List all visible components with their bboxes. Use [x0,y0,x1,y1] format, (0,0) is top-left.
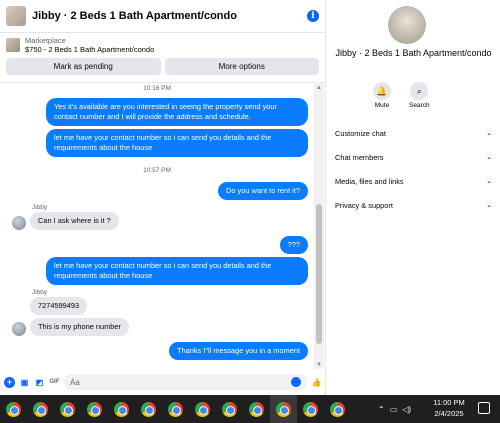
marketplace-banner: Marketplace $750 - 2 Beds 1 Bath Apartme… [0,33,325,83]
composer: + ▣ ◩ GIF Aa 👍 [0,372,326,392]
message-outgoing[interactable]: Do you want to rent it? [218,182,308,200]
message-incoming[interactable]: Can I ask where is it ? [30,212,119,230]
chrome-icon [6,401,21,417]
taskbar-chrome-app[interactable] [0,395,27,423]
chrome-icon [195,401,210,417]
menu-item-privacy-support[interactable]: Privacy & support ⌄ [327,193,500,217]
taskbar-chrome-app[interactable] [135,395,162,423]
taskbar-chrome-app[interactable] [108,395,135,423]
clock-date: 2/4/2025 [434,409,464,418]
search-button[interactable]: ⌕ Search [409,82,430,109]
listing-summary[interactable]: $750 - 2 Beds 1 Bath Apartment/condo [25,45,154,54]
more-options-button[interactable]: More options [164,58,319,75]
taskbar-chrome-app[interactable] [81,395,108,423]
details-menu: Customize chat ⌄ Chat members ⌄ Media, fil… [327,121,500,217]
message-outgoing[interactable]: let me have your contact number so i can… [46,257,308,285]
gif-icon[interactable]: GIF [49,377,60,388]
menu-item-media-files-links[interactable]: Media, files and links ⌄ [327,169,500,193]
taskbar-chrome-app[interactable] [243,395,270,423]
sticker-icon[interactable]: ◩ [34,377,45,388]
message-outgoing[interactable]: Yes it's available are you interested in… [46,98,308,126]
clock-time: 11:00 PM [433,398,465,407]
plus-icon[interactable]: + [4,376,15,388]
chrome-icon [60,401,75,417]
avatar[interactable] [12,216,26,230]
chrome-icon [276,401,291,417]
chat-header: Jibby · 2 Beds 1 Bath Apartment/condo i [0,0,325,33]
message-input[interactable]: Aa [64,374,307,390]
scroll-up-arrow-icon[interactable]: ▲ [316,85,322,91]
chrome-icon [168,401,183,417]
conversation-title: Jibby · 2 Beds 1 Bath Apartment/condo [335,48,492,58]
emoji-icon[interactable] [291,377,301,387]
chrome-icon [330,401,345,417]
mute-button[interactable]: 🔔 Mute [373,82,391,109]
taskbar-chrome-app[interactable] [216,395,243,423]
taskbar-clock[interactable]: 11:00 PM 2/4/2025 [428,397,470,419]
chrome-icon [87,401,102,417]
message-outgoing[interactable]: let me have your contact number so i can… [46,129,308,157]
timestamp: 10:16 PM [143,85,171,92]
chrome-icon [141,401,156,417]
chevron-down-icon: ⌄ [486,178,492,185]
mute-label: Mute [374,102,390,109]
chat-title[interactable]: Jibby · 2 Beds 1 Bath Apartment/condo [32,10,307,22]
taskbar-chrome-app[interactable] [54,395,81,423]
sender-name: Jibby [32,204,48,211]
taskbar-chrome-app[interactable] [189,395,216,423]
message-incoming[interactable]: 7274599493 [30,297,88,315]
system-tray: ⌃ ▭ ◁) [378,395,411,423]
thumbs-up-icon[interactable]: 👍 [311,377,322,388]
network-icon[interactable]: ▭ [390,405,398,414]
avatar[interactable] [12,322,26,336]
listing-thumbnail[interactable] [6,6,26,26]
scroll-down-arrow-icon[interactable]: ▼ [316,362,322,368]
listing-small-thumbnail[interactable] [6,38,20,52]
scroll-thumb[interactable] [316,204,322,344]
chevron-down-icon: ⌄ [486,202,492,209]
bell-icon[interactable]: 🔔 [373,82,391,100]
chevron-up-icon[interactable]: ⌃ [378,405,385,414]
chrome-icon [303,401,318,417]
taskbar-chrome-app[interactable] [324,395,351,423]
message-incoming[interactable]: This is my phone number [30,318,129,336]
info-icon[interactable]: i [307,10,319,22]
message-outgoing[interactable]: Thanks I"ll message you in a moment [169,342,308,360]
conversation-details-panel: Jibby · 2 Beds 1 Bath Apartment/condo 🔔 … [327,0,500,395]
chrome-icon [249,401,264,417]
taskbar-chrome-app[interactable] [162,395,189,423]
message-list: 10:16 PM Yes it's available are you inte… [0,84,314,369]
search-icon[interactable]: ⌕ [410,82,429,100]
taskbar [0,395,500,423]
message-input-placeholder: Aa [70,377,80,387]
notification-icon[interactable] [478,402,490,414]
sender-name: Jibby [32,289,48,296]
message-outgoing[interactable]: ??? [279,236,308,254]
taskbar-chrome-app-active[interactable] [270,395,297,423]
scrollbar[interactable]: ▲ ▼ [314,84,324,369]
chrome-icon [222,401,237,417]
chevron-down-icon: ⌄ [486,130,492,137]
menu-item-chat-members[interactable]: Chat members ⌄ [327,145,500,169]
taskbar-chrome-app[interactable] [27,395,54,423]
taskbar-chrome-app[interactable] [297,395,324,423]
marketplace-label: Marketplace [25,36,66,45]
chevron-down-icon: ⌄ [486,154,492,161]
chat-pane: Jibby · 2 Beds 1 Bath Apartment/condo i … [0,0,326,395]
volume-icon[interactable]: ◁) [402,405,411,414]
search-label: Search [409,102,430,109]
chrome-icon [114,401,129,417]
menu-item-customize-chat[interactable]: Customize chat ⌄ [327,121,500,145]
messenger-window: Jibby · 2 Beds 1 Bath Apartment/condo i … [0,0,500,423]
chrome-icon [33,401,48,417]
mark-as-pending-button[interactable]: Mark as pending [6,58,161,75]
photo-icon[interactable]: ▣ [19,377,30,388]
conversation-photo[interactable] [388,6,426,44]
timestamp: 10:57 PM [143,167,171,174]
